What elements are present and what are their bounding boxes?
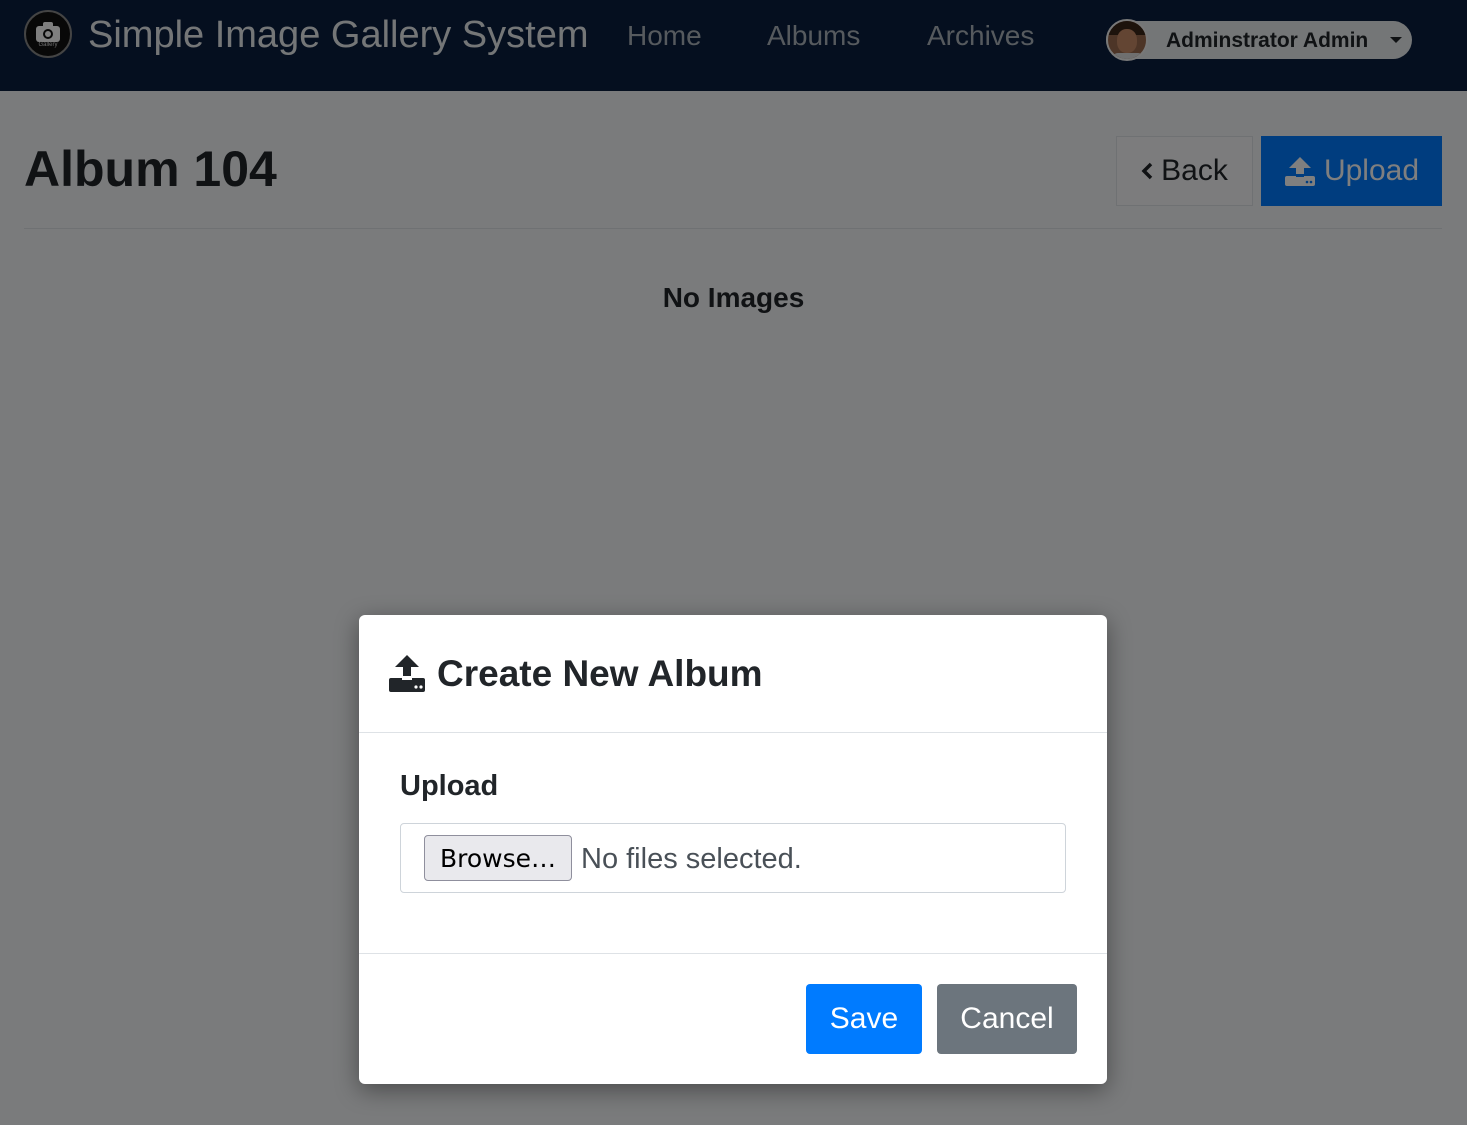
upload-icon <box>389 655 425 692</box>
cancel-button[interactable]: Cancel <box>937 984 1077 1054</box>
upload-modal: Create New Album Upload Browse… No files… <box>359 615 1107 1084</box>
upload-field-label: Upload <box>400 770 499 802</box>
modal-title: Create New Album <box>437 653 763 694</box>
modal-header: Create New Album <box>359 615 1107 733</box>
browse-button[interactable]: Browse… <box>424 835 572 881</box>
file-status: No files selected. <box>581 843 802 875</box>
save-button[interactable]: Save <box>806 984 922 1054</box>
file-input[interactable]: Browse… No files selected. <box>400 823 1066 893</box>
modal-body: Upload Browse… No files selected. <box>359 733 1107 954</box>
